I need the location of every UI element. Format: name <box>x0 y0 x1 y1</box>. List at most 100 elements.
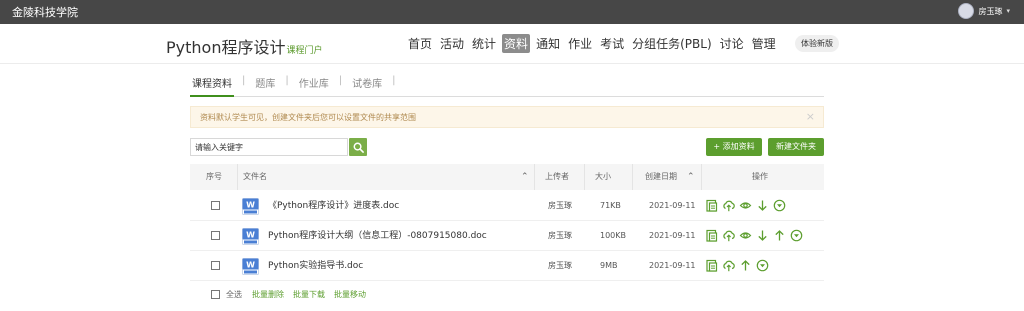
course-brand: Python程序设计课程门户 <box>166 34 322 58</box>
main-nav: 首页 活动 统计 资料 通知 作业 考试 分组任务(PBL) 讨论 管理 <box>406 34 778 53</box>
batch-download-link[interactable]: 批量下载 <box>293 289 325 300</box>
download-icon[interactable] <box>705 229 718 242</box>
resource-subtabs: 课程资料 | 题库 | 作业库 | 试卷库 | <box>190 75 824 97</box>
row-actions <box>705 229 803 242</box>
row-checkbox-cell <box>211 251 220 281</box>
row-actions <box>705 199 786 212</box>
download-icon[interactable] <box>705 199 718 212</box>
close-icon[interactable]: × <box>806 110 815 123</box>
col-filename[interactable]: 文件名 <box>243 164 267 190</box>
col-divider <box>534 164 535 190</box>
nav-item[interactable]: 作业 <box>566 34 594 53</box>
col-date[interactable]: 创建日期 <box>645 164 677 190</box>
upload-cloud-icon[interactable] <box>722 259 735 272</box>
row-checkbox-cell <box>211 221 220 251</box>
school-name[interactable]: 金陵科技学院 <box>12 4 78 20</box>
preview-eye-icon[interactable] <box>739 199 752 212</box>
search-button[interactable] <box>349 138 367 156</box>
size-cell: 100KB <box>600 231 627 240</box>
course-header: Python程序设计课程门户 首页 活动 统计 资料 通知 作业 考试 分组任务(PBL) 讨论… <box>0 24 1024 64</box>
nav-item[interactable]: 资料 <box>502 34 531 53</box>
tab-separator: | <box>242 75 246 86</box>
row-checkbox[interactable] <box>211 201 220 210</box>
uploader-cell: 房玉琢 <box>548 261 572 270</box>
nav-item[interactable]: 分组任务(PBL) <box>630 34 714 53</box>
more-circle-icon[interactable] <box>790 229 803 242</box>
nav-item[interactable]: 通知 <box>534 34 562 53</box>
avatar[interactable] <box>958 3 975 19</box>
row-checkbox-cell <box>211 191 220 221</box>
tab-separator: | <box>392 75 396 86</box>
new-folder-button[interactable]: 新建文件夹 <box>768 138 824 156</box>
move-down-icon[interactable] <box>756 229 769 242</box>
svg-text:W: W <box>246 230 255 239</box>
nav-item[interactable]: 考试 <box>598 34 626 53</box>
move-up-icon[interactable] <box>773 229 786 242</box>
preview-eye-icon[interactable] <box>739 229 752 242</box>
chevron-up-icon[interactable]: ⌃ <box>521 164 529 190</box>
subtab[interactable]: 作业库 <box>297 75 331 90</box>
chevron-down-icon[interactable]: ▾ <box>1006 7 1010 15</box>
date-cell: 2021-09-11 <box>649 201 696 210</box>
upload-cloud-icon[interactable] <box>722 229 735 242</box>
select-all-checkbox[interactable] <box>211 290 220 299</box>
notice-banner: 资料默认学生可见，创建文件夹后您可以设置文件的共享范围 × <box>190 106 824 128</box>
word-file-icon: W <box>242 258 259 275</box>
notice-text: 资料默认学生可见，创建文件夹后您可以设置文件的共享范围 <box>200 113 416 122</box>
col-divider <box>632 164 633 190</box>
nav-item[interactable]: 管理 <box>750 34 778 53</box>
user-menu[interactable]: 房玉琢 ▾ <box>958 3 1010 19</box>
tab-separator: | <box>285 75 289 86</box>
date-cell: 2021-09-11 <box>649 231 696 240</box>
table-row: W Python实验指导书.doc 房玉琢 9MB 2021-09-11 <box>190 251 824 281</box>
add-resource-button[interactable]: + 添加资料 <box>706 138 762 156</box>
svg-text:W: W <box>246 260 255 269</box>
svg-text:W: W <box>246 200 255 209</box>
uploader-cell: 房玉琢 <box>548 231 572 240</box>
word-file-icon: W <box>242 228 259 245</box>
trial-new-version-button[interactable]: 体验新版 <box>795 35 839 52</box>
course-title[interactable]: Python程序设计 <box>166 38 285 57</box>
col-size: 大小 <box>595 172 611 181</box>
row-checkbox[interactable] <box>211 261 220 270</box>
row-checkbox[interactable] <box>211 231 220 240</box>
tab-separator: | <box>338 75 343 86</box>
batch-move-link[interactable]: 批量移动 <box>334 289 366 300</box>
search-input[interactable] <box>190 138 348 156</box>
select-all-label[interactable]: 全选 <box>226 289 242 300</box>
word-file-icon: W <box>242 198 259 215</box>
subtab[interactable]: 题库 <box>253 75 277 90</box>
user-name[interactable]: 房玉琢 <box>978 6 1002 17</box>
col-divider <box>584 164 585 190</box>
col-index: 序号 <box>206 172 222 181</box>
nav-item[interactable]: 统计 <box>470 34 498 53</box>
row-actions <box>705 259 769 272</box>
table-row: W 《Python程序设计》进度表.doc 房玉琢 71KB 2021-09-1… <box>190 191 824 221</box>
download-icon[interactable] <box>705 259 718 272</box>
upload-cloud-icon[interactable] <box>722 199 735 212</box>
size-cell: 9MB <box>600 261 618 270</box>
file-name-link[interactable]: 《Python程序设计》进度表.doc <box>268 191 399 221</box>
nav-item[interactable]: 首页 <box>406 34 434 53</box>
subtab[interactable]: 课程资料 <box>190 75 234 97</box>
subtab[interactable]: 试卷库 <box>350 75 384 90</box>
chevron-up-icon[interactable]: ⌃ <box>687 164 695 190</box>
col-divider <box>237 164 238 190</box>
file-name-link[interactable]: Python实验指导书.doc <box>268 251 363 281</box>
search-icon <box>353 142 364 153</box>
nav-item[interactable]: 活动 <box>438 34 466 53</box>
more-circle-icon[interactable] <box>773 199 786 212</box>
file-name-link[interactable]: Python程序设计大纲（信息工程）-0807915080.doc <box>268 221 487 251</box>
col-divider <box>701 164 702 190</box>
uploader-cell: 房玉琢 <box>548 201 572 210</box>
batch-actions: 全选 批量删除 批量下载 批量移动 <box>211 289 375 300</box>
move-down-icon[interactable] <box>756 199 769 212</box>
move-up-icon[interactable] <box>739 259 752 272</box>
table-row: W Python程序设计大纲（信息工程）-0807915080.doc 房玉琢 … <box>190 221 824 251</box>
table-header: 序号 文件名 ⌃ 上传者 大小 创建日期 ⌃ 操作 <box>190 164 824 190</box>
nav-item[interactable]: 讨论 <box>718 34 746 53</box>
batch-delete-link[interactable]: 批量删除 <box>252 289 284 300</box>
more-circle-icon[interactable] <box>756 259 769 272</box>
portal-link[interactable]: 课程门户 <box>286 46 322 56</box>
top-bar: 金陵科技学院 房玉琢 ▾ <box>0 0 1024 24</box>
